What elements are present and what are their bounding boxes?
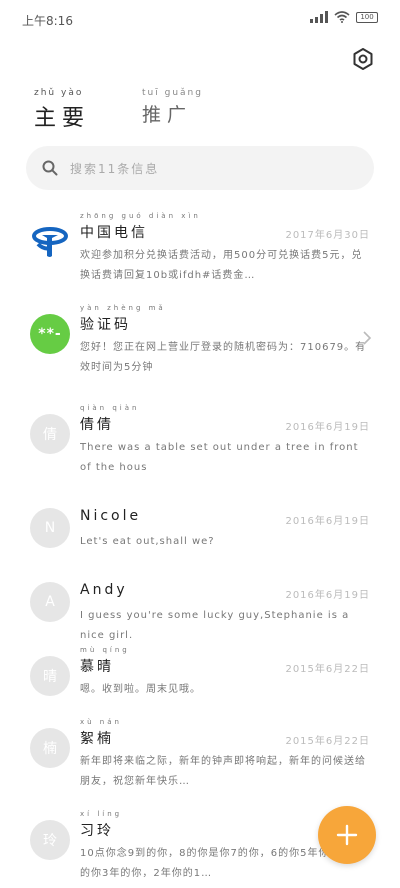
tab-promotions-ruby: tuī guǎng: [142, 88, 203, 98]
search-placeholder: 搜索11条信息: [70, 161, 160, 176]
message-date: 2016年6月19日: [285, 590, 370, 601]
avatar: **-: [30, 314, 70, 354]
avatar: 玲: [30, 820, 70, 860]
message-date: 2015年6月22日: [285, 664, 370, 675]
search-icon: [42, 160, 58, 176]
conversation-item[interactable]: N Nicole 2016年6月19日 Let's eat out,shall …: [0, 494, 400, 574]
conversation-item[interactable]: 倩 qiàn qiàn 倩倩 2016年6月19日 There was a ta…: [0, 400, 400, 480]
avatar: A: [30, 582, 70, 622]
tab-main[interactable]: zhǔ yào 主要: [34, 88, 90, 132]
message-snippet: I guess you're some lucky guy,Stephanie …: [80, 610, 350, 641]
tab-main-ruby: zhǔ yào: [34, 88, 84, 98]
tab-main-label: 主要: [34, 106, 91, 131]
message-snippet: There was a table set out under a tree i…: [80, 442, 359, 473]
battery-level: 100: [360, 12, 374, 21]
message-date: 2016年6月19日: [285, 516, 370, 527]
status-icons: 100: [310, 11, 378, 23]
contact-name: 习玲: [80, 823, 114, 839]
new-message-button[interactable]: [318, 806, 376, 864]
message-snippet: 欢迎参加积分兑换话费活动，用500分可兑换话费5元，兑换话费请回复10b或ifd…: [80, 250, 363, 281]
contact-name-ruby: yàn zhèng mǎ: [80, 304, 166, 312]
contact-name-ruby: mù qíng: [80, 646, 130, 654]
china-telecom-logo-icon: [32, 227, 68, 257]
contact-name-ruby: zhōng guó diàn xìn: [80, 212, 201, 220]
message-date: 2017年6月30日: [285, 230, 370, 241]
avatar: N: [30, 508, 70, 548]
contact-name: Nicole: [80, 508, 142, 524]
message-date: 2016年6月19日: [285, 422, 370, 433]
conversation-item[interactable]: 晴 mù qíng 慕晴 2015年6月22日 嗯。收到啦。周末见哦。: [0, 642, 400, 722]
conversation-item[interactable]: **- yàn zhèng mǎ 验证码 您好！您正在网上营业厅登录的随机密码为…: [0, 300, 400, 380]
battery-icon: 100: [356, 11, 378, 23]
settings-button[interactable]: [350, 46, 376, 72]
avatar: 晴: [30, 656, 70, 696]
avatar: 倩: [30, 414, 70, 454]
contact-name: 中国电信: [80, 225, 148, 241]
message-snippet: 嗯。收到啦。周末见哦。: [80, 684, 201, 695]
conversation-item[interactable]: zhōng guó diàn xìn 中国电信 2017年6月30日 欢迎参加积…: [0, 208, 400, 288]
wifi-icon: [334, 11, 350, 23]
status-bar: 上午8:16 100: [0, 0, 400, 38]
status-time: 上午8:16: [22, 14, 73, 28]
avatar: [30, 222, 70, 262]
message-snippet: 新年即将来临之际，新年的钟声即将响起，新年的问候送给朋友，祝您新年快乐…: [80, 756, 366, 787]
contact-name: 验证码: [80, 317, 131, 333]
message-date: 2015年6月22日: [285, 736, 370, 747]
contact-name: Andy: [80, 582, 128, 598]
tab-promotions[interactable]: tuī guǎng 推广: [142, 88, 203, 132]
contact-name: 倩倩: [80, 417, 114, 433]
contact-name-ruby: xí líng: [80, 810, 123, 818]
tabs: zhǔ yào 主要 tuī guǎng 推广: [34, 88, 203, 132]
signal-icon: [310, 11, 328, 23]
message-snippet: Let's eat out,shall we?: [80, 536, 215, 547]
plus-icon: [336, 824, 358, 846]
tab-promotions-label: 推广: [142, 104, 193, 126]
conversation-item[interactable]: 楠 xù nán 絮楠 2015年6月22日 新年即将来临之际，新年的钟声即将响…: [0, 714, 400, 794]
conversation-item[interactable]: A Andy 2016年6月19日 I guess you're some lu…: [0, 568, 400, 648]
message-snippet: 您好！您正在网上营业厅登录的随机密码为：710679。有效时间为5分钟: [80, 342, 367, 373]
chevron-right-icon: [363, 331, 372, 345]
contact-name: 絮楠: [80, 731, 114, 747]
contact-name-ruby: xù nán: [80, 718, 122, 726]
search-bar[interactable]: 搜索11条信息: [26, 146, 374, 190]
contact-name-ruby: qiàn qiàn: [80, 404, 140, 412]
avatar: 楠: [30, 728, 70, 768]
hexagon-settings-icon: [353, 48, 373, 70]
contact-name: 慕晴: [80, 659, 114, 675]
